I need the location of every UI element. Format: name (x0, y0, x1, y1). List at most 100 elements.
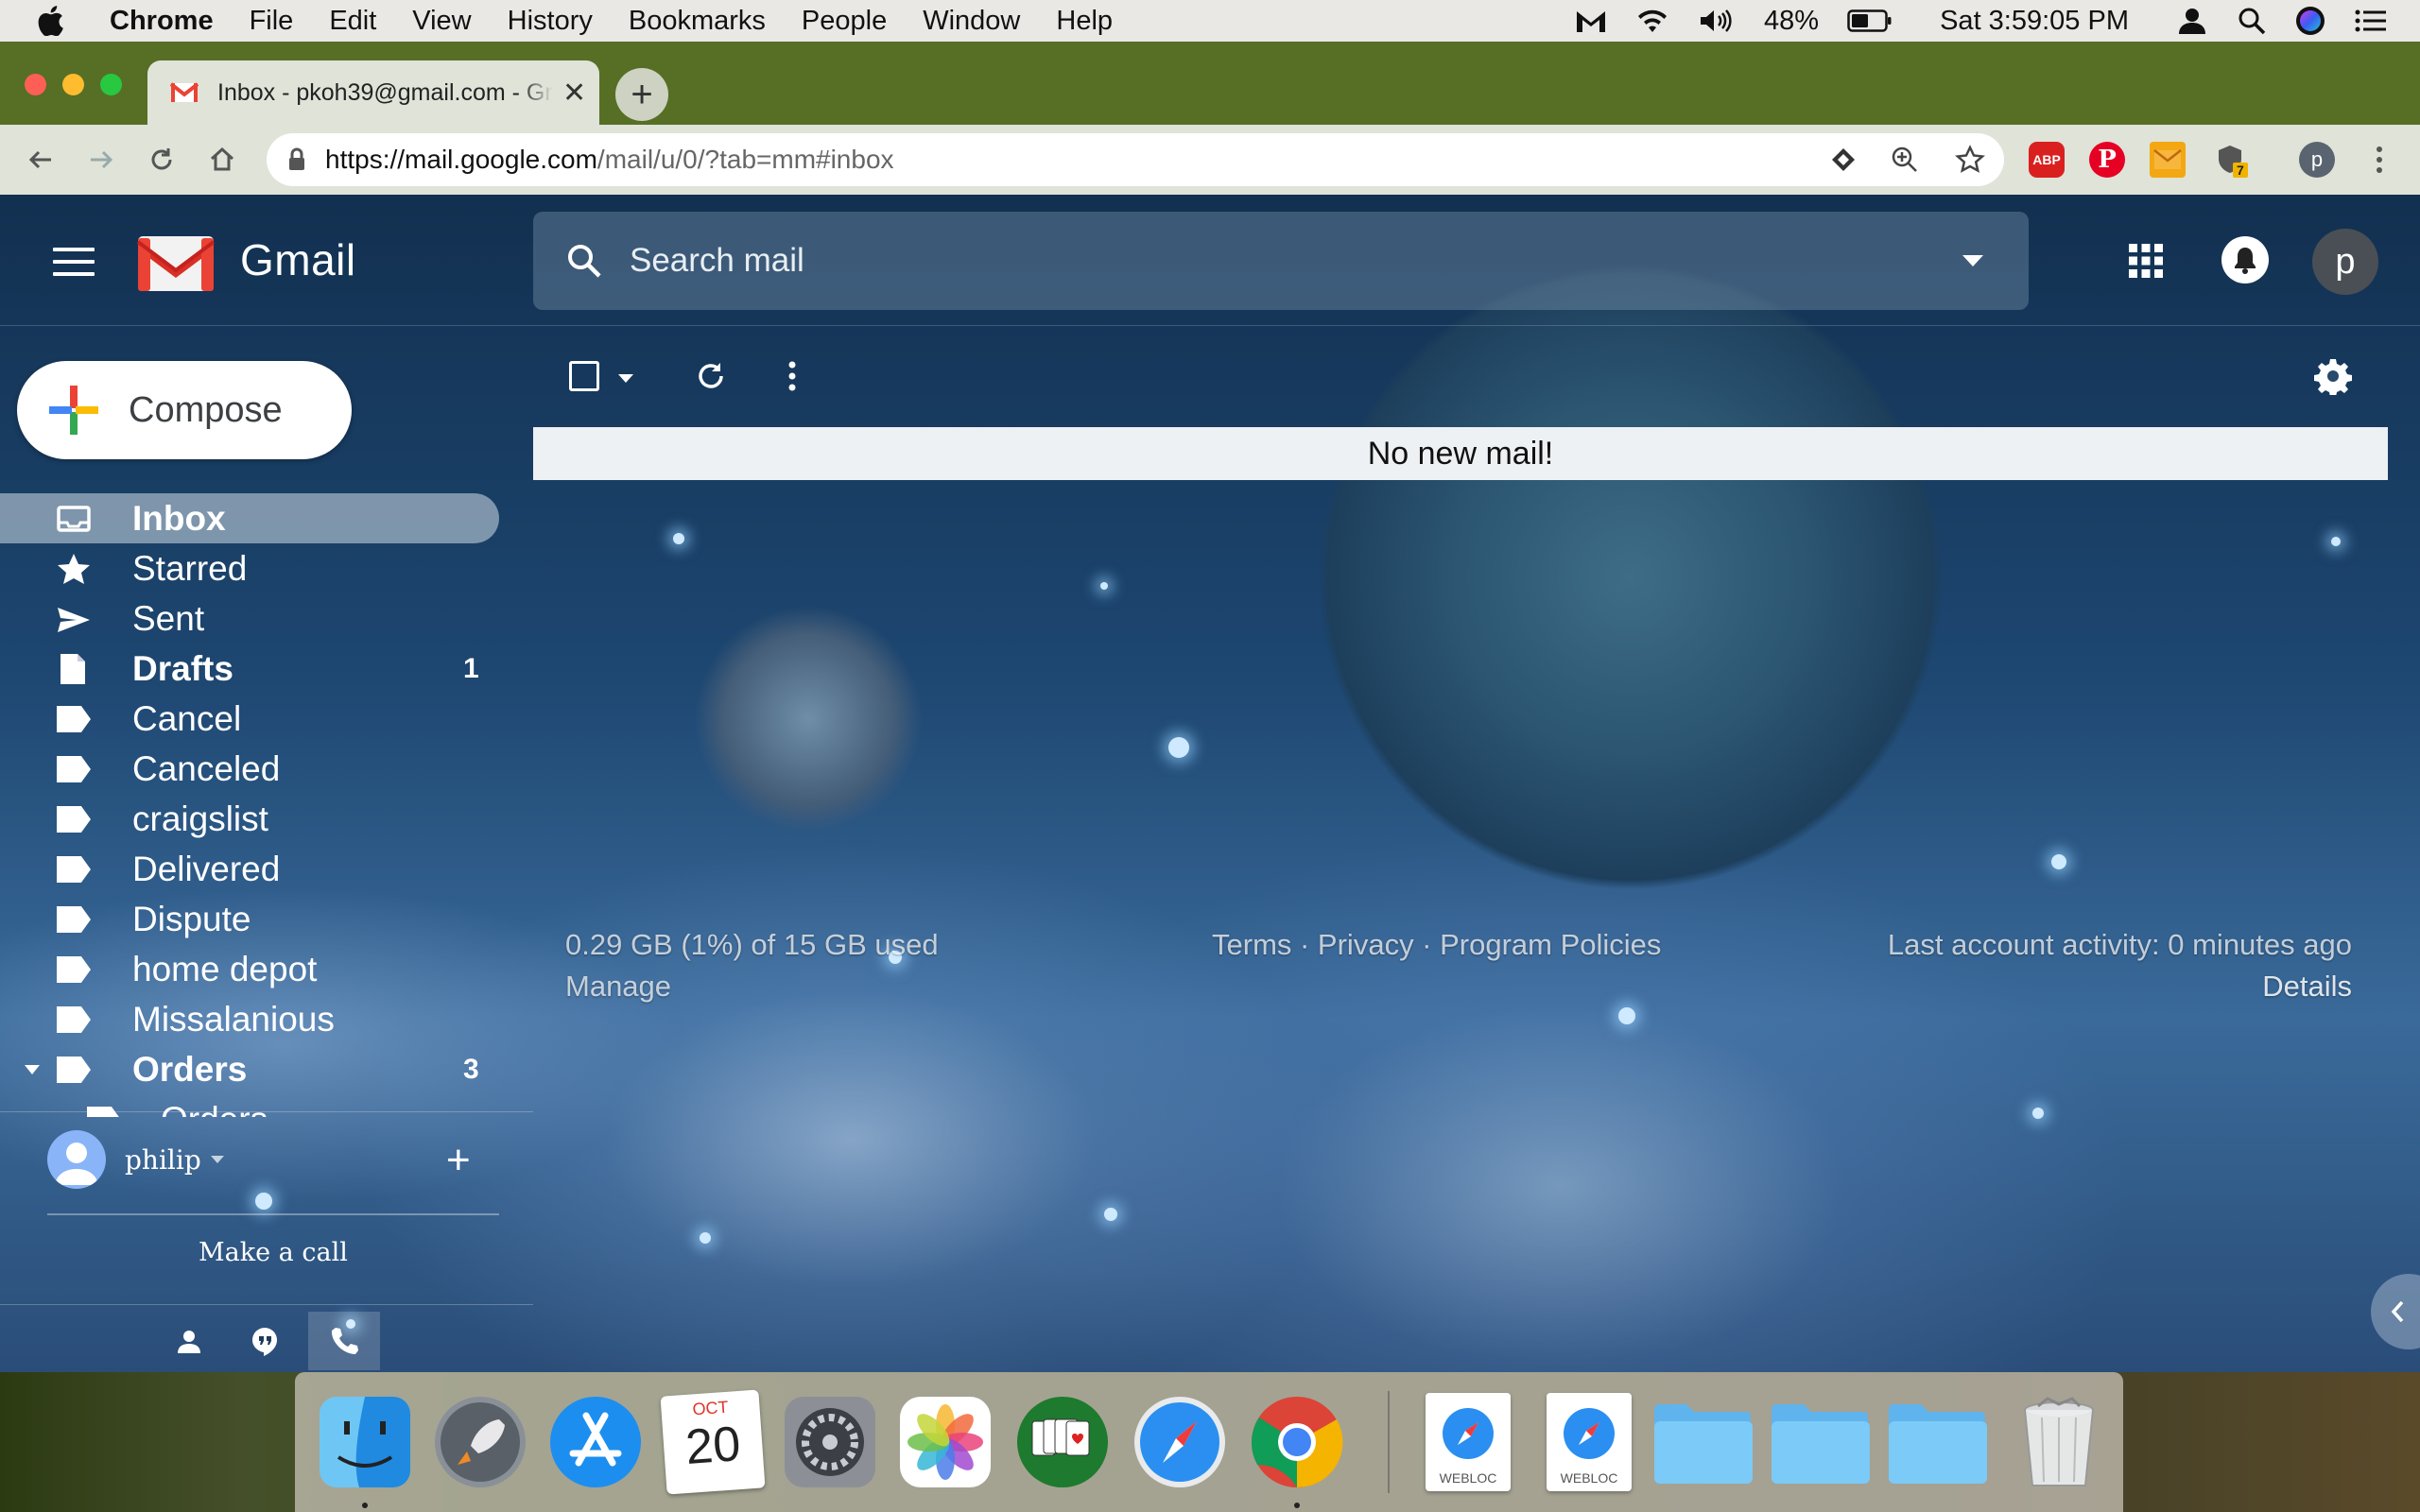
lock-icon[interactable] (287, 147, 306, 172)
notifications-icon[interactable] (2221, 236, 2269, 284)
search-bar[interactable]: Search mail (533, 212, 2029, 310)
back-button[interactable] (21, 140, 60, 180)
sidebar-item-label-home-depot[interactable]: home depot (0, 944, 499, 994)
solitaire-icon[interactable] (1013, 1393, 1112, 1491)
google-apps-icon[interactable] (2129, 244, 2163, 278)
sidebar-item-label-dispute[interactable]: Dispute (0, 894, 499, 944)
calendar-icon[interactable]: OCT 20 (660, 1389, 766, 1495)
sidebar-item-drafts[interactable]: Drafts 1 (0, 644, 499, 694)
bookmark-star-icon[interactable] (1955, 145, 1985, 175)
refresh-icon[interactable] (694, 359, 728, 393)
sidebar-item-label-missalanious[interactable]: Missalanious (0, 994, 499, 1044)
sidebar-item-label-canceled[interactable]: Canceled (0, 744, 499, 794)
menubar-clock[interactable]: Sat 3:59:05 PM (1940, 6, 2129, 37)
hangouts-contacts-tab[interactable] (163, 1312, 216, 1370)
spotlight-search-icon[interactable] (2237, 6, 2267, 36)
sidebar-item-label-cancel[interactable]: Cancel (0, 694, 499, 744)
menu-file[interactable]: File (250, 6, 294, 37)
folder-icon[interactable] (1652, 1400, 1753, 1484)
search-icon[interactable] (565, 242, 603, 280)
sidebar-item-inbox[interactable]: Inbox (0, 493, 499, 543)
webloc-file-1-icon[interactable]: WEBLOC (1426, 1393, 1511, 1491)
menu-window[interactable]: Window (923, 6, 1020, 37)
url-path: /mail/u/0/?tab=mm#inbox (596, 145, 894, 174)
collapse-caret-icon[interactable] (25, 1065, 40, 1074)
main-menu-icon[interactable] (53, 248, 95, 278)
select-options-icon[interactable] (618, 374, 633, 383)
gmail-wordmark[interactable]: Gmail (240, 234, 356, 285)
label-icon (57, 956, 91, 983)
adblock-plus-icon[interactable]: ABP (2029, 142, 2065, 178)
pinterest-icon[interactable]: P (2089, 142, 2125, 178)
shield-extension-icon[interactable]: 7 (2212, 142, 2248, 178)
forward-button[interactable] (81, 140, 121, 180)
window-close-button[interactable] (25, 74, 46, 95)
folder-icon[interactable] (1770, 1400, 1870, 1484)
manage-storage-link[interactable]: Manage (565, 970, 671, 1004)
new-tab-button[interactable]: + (615, 68, 668, 121)
sidebar-item-label-orders-sub[interactable]: Orders (0, 1094, 499, 1117)
gmail-logo-icon[interactable] (136, 232, 216, 293)
gmail-status-icon[interactable] (1575, 8, 1607, 34)
hangouts-chat-tab[interactable] (238, 1312, 291, 1370)
tab-gmail-inbox[interactable]: Inbox - pkoh39@gmail.com - Gmail ✕ (147, 60, 599, 125)
chrome-icon[interactable] (1248, 1393, 1346, 1491)
site-extension-icon[interactable] (1830, 146, 1857, 173)
photos-icon[interactable] (896, 1393, 994, 1491)
sidebar-item-label-craigslist[interactable]: craigslist (0, 794, 499, 844)
reload-button[interactable] (142, 140, 182, 180)
search-input[interactable]: Search mail (630, 242, 804, 280)
profile-avatar-button[interactable]: p (2299, 142, 2335, 178)
launchpad-icon[interactable] (431, 1393, 529, 1491)
folder-icon[interactable] (1887, 1400, 1987, 1484)
menu-help[interactable]: Help (1056, 6, 1113, 37)
footer-policy-links[interactable]: Terms · Privacy · Program Policies (1212, 928, 1661, 962)
sidebar-item-sent[interactable]: Sent (0, 593, 499, 644)
sidebar-item-label-orders[interactable]: Orders 3 (0, 1044, 499, 1094)
menu-bookmarks[interactable]: Bookmarks (629, 6, 766, 37)
webloc-file-2-icon[interactable]: WEBLOC (1547, 1393, 1632, 1491)
apple-logo-icon[interactable] (36, 6, 64, 36)
tab-close-icon[interactable]: ✕ (562, 77, 586, 110)
menu-edit[interactable]: Edit (329, 6, 376, 37)
window-zoom-button[interactable] (100, 74, 122, 95)
chrome-menu-icon[interactable] (2361, 142, 2397, 178)
more-vert-icon[interactable] (788, 361, 796, 391)
search-options-icon[interactable] (1962, 255, 1983, 266)
sidebar-item-label-delivered[interactable]: Delivered (0, 844, 499, 894)
sidebar-item-starred[interactable]: Starred (0, 543, 499, 593)
account-avatar[interactable]: p (2312, 229, 2378, 295)
details-link[interactable]: Details (2262, 970, 2352, 1004)
battery-percent: 48% (1764, 5, 1820, 36)
volume-icon[interactable] (1698, 8, 1736, 34)
menu-history[interactable]: History (508, 6, 593, 37)
reload-icon (151, 148, 172, 170)
address-bar[interactable]: https://mail.google.com /mail/u/0/?tab=m… (267, 133, 2004, 186)
window-minimize-button[interactable] (62, 74, 84, 95)
sidebar-item-label: home depot (132, 949, 318, 988)
make-call-link[interactable]: Make a call (199, 1238, 348, 1267)
hangouts-add-button[interactable]: + (446, 1140, 471, 1181)
mail-extension-icon[interactable] (2150, 142, 2186, 178)
user-icon[interactable] (2176, 7, 2208, 35)
side-panel-toggle[interactable] (2371, 1274, 2420, 1349)
menu-people[interactable]: People (802, 6, 887, 37)
menu-app-name[interactable]: Chrome (110, 6, 214, 37)
finder-icon[interactable] (316, 1393, 414, 1491)
hangouts-phone-tab[interactable] (308, 1312, 380, 1370)
wifi-icon[interactable] (1635, 8, 1669, 34)
battery-icon[interactable] (1847, 9, 1893, 33)
siri-icon[interactable] (2295, 6, 2325, 36)
safari-icon[interactable] (1131, 1393, 1229, 1491)
home-button[interactable] (202, 140, 242, 180)
system-preferences-icon[interactable] (781, 1393, 879, 1491)
notification-center-icon[interactable] (2354, 8, 2388, 34)
gear-icon[interactable] (2314, 357, 2352, 395)
trash-icon[interactable] (2010, 1393, 2108, 1491)
menu-view[interactable]: View (412, 6, 471, 37)
app-store-icon[interactable] (546, 1393, 645, 1491)
zoom-icon[interactable] (1891, 146, 1919, 174)
compose-button[interactable]: Compose (17, 361, 352, 459)
select-all-checkbox[interactable] (569, 361, 599, 391)
hangouts-user-menu[interactable]: philip (47, 1130, 224, 1189)
